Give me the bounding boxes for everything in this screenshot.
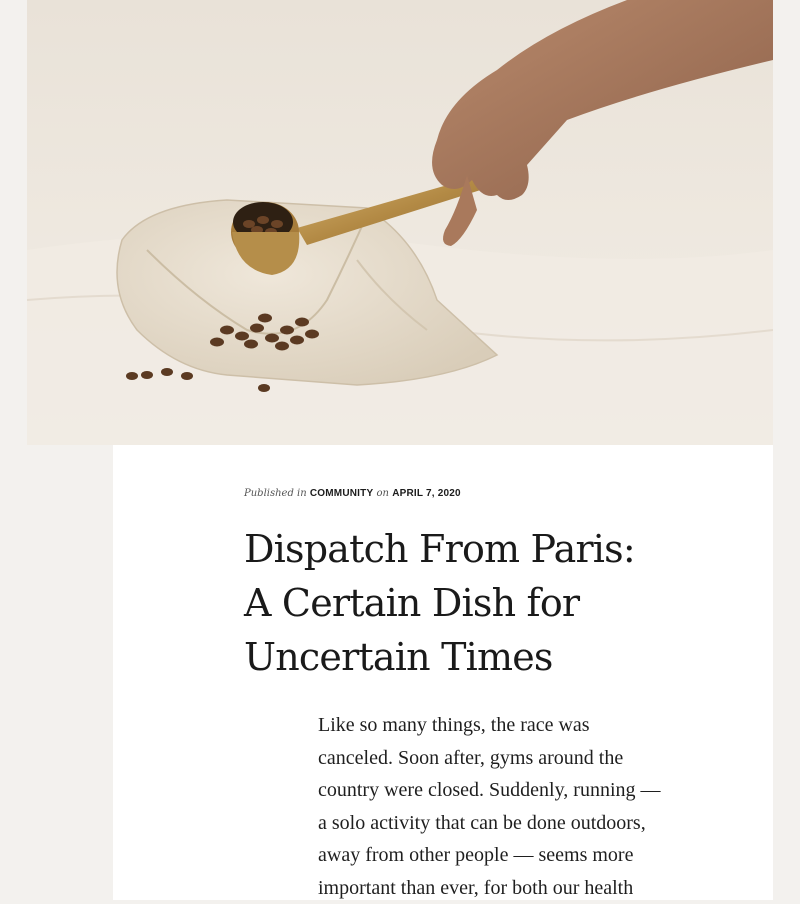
body-line: important than ever, for both our health [318,876,634,899]
category-link[interactable]: COMMUNITY [310,488,373,499]
body-line: a solo activity that can be done outdoor… [318,811,646,834]
body-line: away from other people — seems more [318,844,634,866]
coffee-scoop-illustration [27,0,773,445]
post-meta: Published in COMMUNITY on APRIL 7, 2020 [244,488,461,499]
published-prefix: Published in [244,488,307,499]
body-line: Like so many things, the race was [318,714,590,736]
hero-image [27,0,773,445]
article-card: Published in COMMUNITY on APRIL 7, 2020 … [113,445,773,900]
title-line: Uncertain Times [244,635,553,679]
on-word: on [376,488,389,499]
post-title: Dispatch From Paris: A Certain Dish for … [244,522,744,684]
body-line: canceled. Soon after, gyms around the [318,746,624,769]
post-excerpt: Like so many things, the race was cancel… [318,709,738,904]
title-line: Dispatch From Paris: [244,527,636,571]
post-date: APRIL 7, 2020 [392,488,461,499]
title-line: A Certain Dish for [244,581,580,625]
body-line: country were closed. Suddenly, running — [318,779,661,801]
